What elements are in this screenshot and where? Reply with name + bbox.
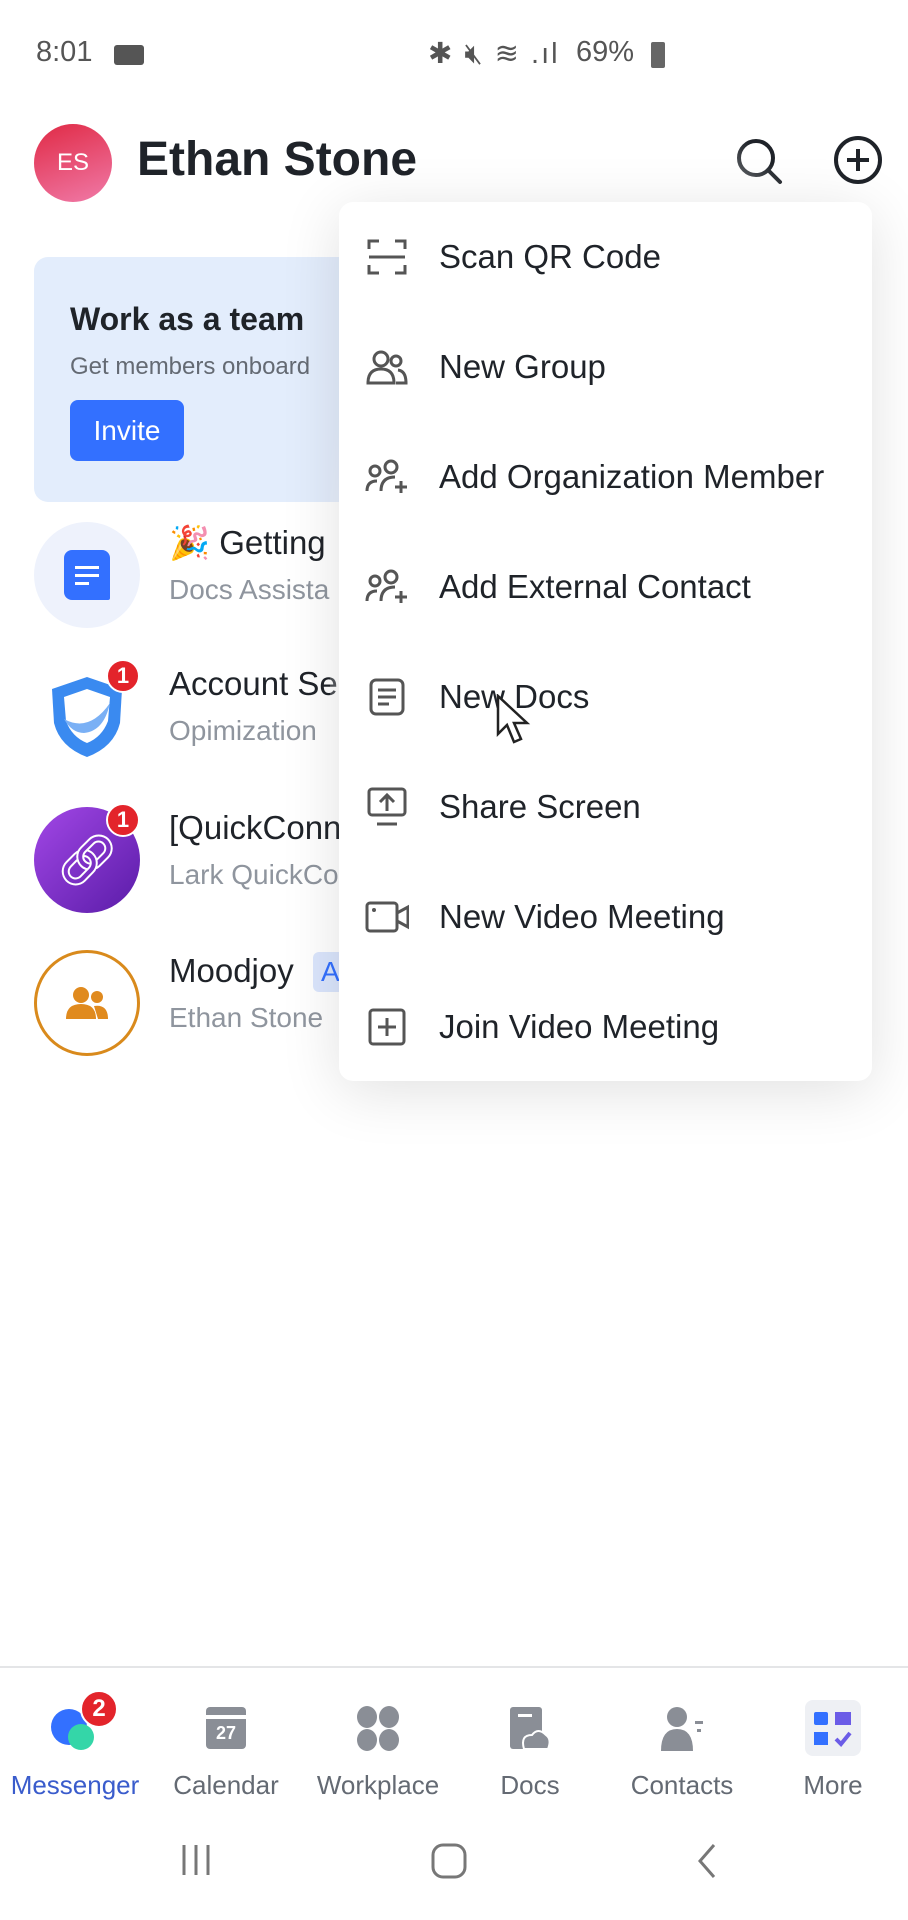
tab-label: Contacts	[630, 1770, 734, 1800]
menu-item-add-external-contact[interactable]: Add External Contact	[339, 532, 872, 642]
chat-title: [QuickConn	[169, 809, 342, 846]
tab-messenger[interactable]: 2 Messenger	[0, 1690, 150, 1800]
chat-title: 🎉 Getting	[169, 524, 326, 561]
docs-assistant-avatar	[34, 522, 140, 628]
back-button[interactable]	[692, 1842, 722, 1882]
group-avatar	[34, 950, 140, 1056]
add-contact-icon	[365, 565, 409, 609]
status-time: 8:01	[36, 36, 93, 68]
menu-item-join-video-meeting[interactable]: Join Video Meeting	[339, 972, 872, 1082]
group-icon	[365, 345, 409, 389]
more-apps-icon	[805, 1700, 861, 1756]
screen-record-icon	[114, 45, 144, 65]
add-member-icon	[365, 455, 409, 499]
recent-apps-button[interactable]	[178, 1842, 214, 1878]
menu-item-scan-qr[interactable]: Scan QR Code	[339, 202, 872, 312]
workplace-icon	[357, 1706, 399, 1751]
banner-title: Work as a team	[70, 301, 305, 337]
banner-subtitle: Get members onboard	[70, 353, 311, 380]
mouse-cursor-icon	[496, 694, 531, 744]
menu-item-add-org-member[interactable]: Add Organization Member	[339, 422, 872, 532]
tab-label: Messenger	[10, 1770, 140, 1800]
user-avatar[interactable]: ES	[34, 124, 112, 202]
menu-item-share-screen[interactable]: Share Screen	[339, 752, 872, 862]
tab-label: More	[803, 1770, 863, 1800]
unread-badge: 1	[106, 803, 140, 837]
chat-subtitle: Ethan Stone	[169, 1002, 324, 1033]
battery-percent: 69%	[576, 36, 635, 68]
video-icon	[365, 895, 409, 939]
tab-more[interactable]: More	[758, 1700, 908, 1800]
tab-contacts[interactable]: Contacts	[607, 1700, 757, 1800]
invite-button[interactable]: Invite	[70, 400, 184, 461]
battery-icon	[651, 42, 665, 68]
tab-label: Docs	[500, 1770, 560, 1800]
unread-badge: 1	[106, 659, 140, 693]
tabbar-divider	[0, 1666, 908, 1668]
menu-item-new-docs[interactable]: New Docs	[339, 642, 872, 752]
chat-title: Moodjoy	[169, 952, 294, 989]
chat-subtitle: Docs Assista	[169, 574, 330, 605]
menu-item-new-video-meeting[interactable]: New Video Meeting	[339, 862, 872, 972]
status-icons: ✱ 🔇︎ ≋ .ıl	[428, 38, 560, 70]
scan-icon	[365, 235, 409, 279]
doc-icon	[365, 675, 409, 719]
chat-subtitle: Lark QuickCo	[169, 859, 339, 890]
tab-workplace[interactable]: Workplace	[303, 1700, 453, 1800]
calendar-icon: 27	[206, 1707, 246, 1749]
chat-subtitle: Opimization	[169, 715, 317, 746]
tab-docs[interactable]: Docs	[455, 1700, 605, 1800]
join-icon	[365, 1005, 409, 1049]
add-menu: Scan QR Code New Group Add Organization …	[339, 202, 872, 1081]
tab-label: Calendar	[173, 1770, 279, 1800]
messenger-badge: 2	[80, 1690, 118, 1728]
docs-icon	[510, 1707, 551, 1750]
tab-label: Workplace	[316, 1770, 440, 1800]
contacts-icon	[661, 1707, 703, 1751]
menu-item-new-group[interactable]: New Group	[339, 312, 872, 422]
share-screen-icon	[365, 785, 409, 829]
chat-title: Account Se	[169, 665, 338, 702]
tab-calendar[interactable]: 27 Calendar	[151, 1700, 301, 1800]
home-button[interactable]	[430, 1842, 470, 1882]
